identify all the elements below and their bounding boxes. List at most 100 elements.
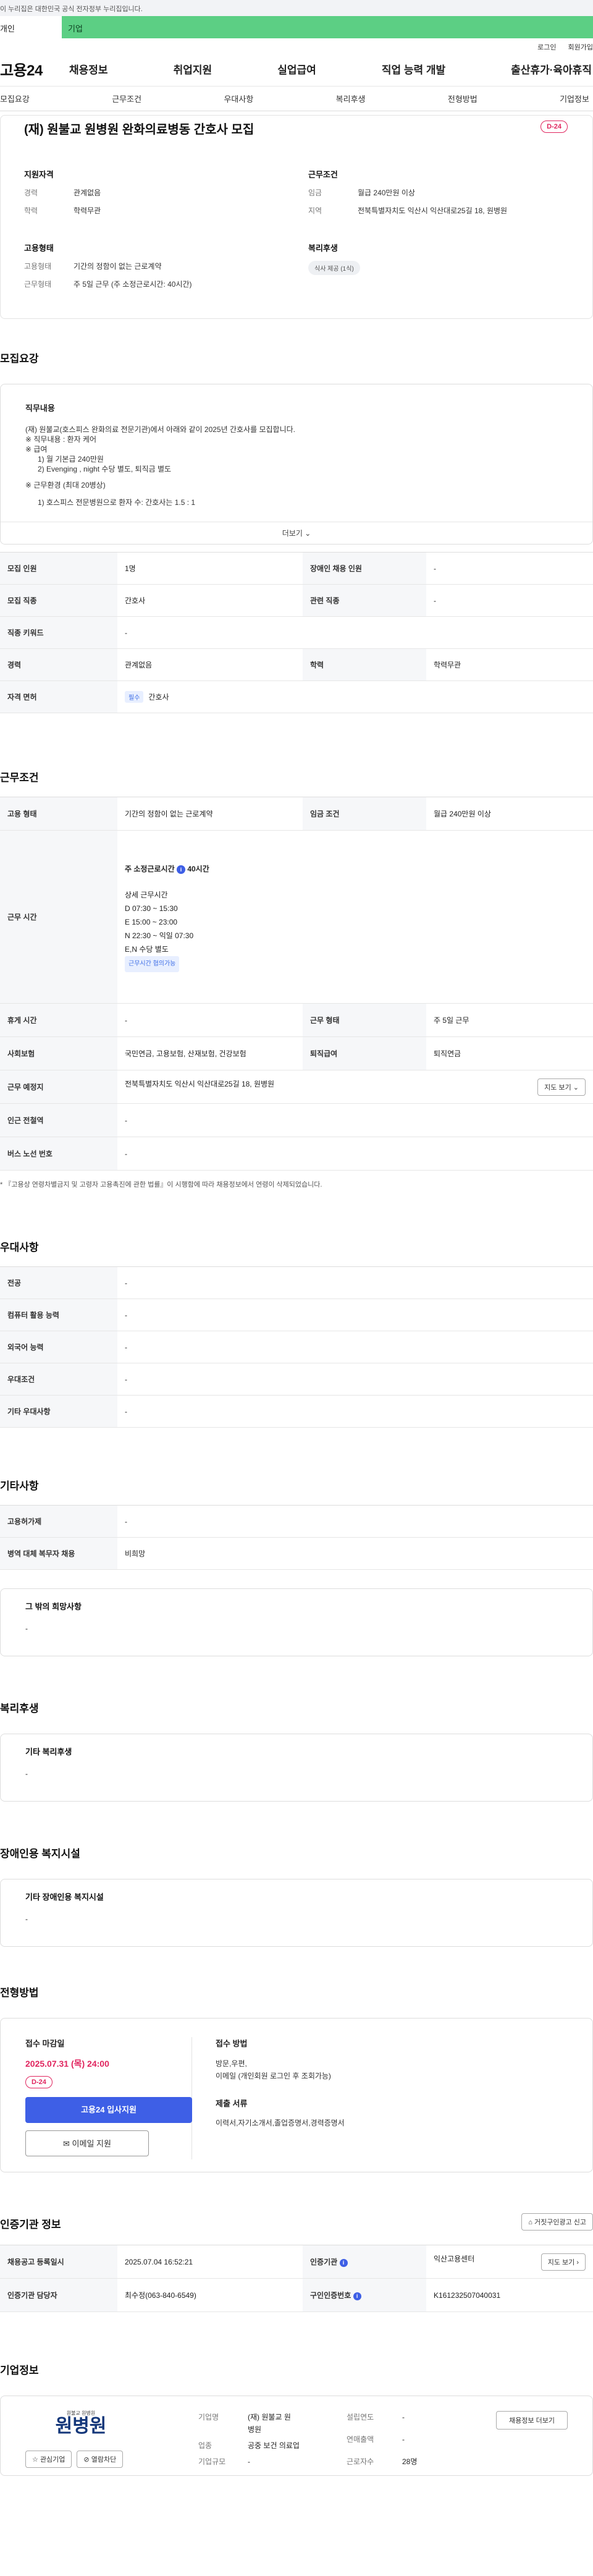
subnav-recruit[interactable]: 모집요강 [0, 93, 30, 104]
email-apply-button[interactable]: ✉ 이메일 지원 [25, 2130, 149, 2156]
recruit-section: 모집요강 직무내용 (재) 원불교(호스피스 완화의료 전문기관)에서 아래와 … [0, 350, 593, 713]
company-heading: 기업정보 [0, 2365, 39, 2376]
gnb-item-parental-leave[interactable]: 출산휴가·육아휴직 [511, 61, 592, 77]
table-key: 우대조건 [0, 1363, 117, 1396]
table-row: 기타 우대사항 - [0, 1395, 593, 1428]
block-icon: ⊘ [83, 2456, 90, 2464]
duty-card: 직무내용 (재) 원불교(호스피스 완화의료 전문기관)에서 아래와 같이 20… [0, 384, 593, 544]
company-staff-label: 근로자수 [347, 2457, 374, 2466]
favorite-company-button[interactable]: ☆ 관심기업 [25, 2451, 72, 2468]
etc-table: 고용허가제 - 병역 대체 복무자 채용 비희망 [0, 1505, 593, 1570]
segment-person-tab[interactable]: 개인 [0, 16, 62, 38]
job-number-label: 구인인증번호 [310, 2291, 351, 2300]
utility-links: 로그인 회원가입 [0, 38, 593, 52]
agency-map-button[interactable]: 지도 보기 › [540, 2253, 586, 2271]
deadline-block: 접수 마감일 2025.07.31 (목) 24:00 D-24 고용24 입사… [25, 2037, 192, 2159]
table-row: 인증기관 담당자 최수정(063-840-6549) 구인인증번호 i K161… [0, 2278, 593, 2312]
map-button[interactable]: 지도 보기 ⌄ [537, 1078, 586, 1096]
table-row: 자격 면허 필수 간호사 [0, 680, 593, 713]
signup-link[interactable]: 회원가입 [568, 44, 593, 51]
hours-line: N 22:30 ~ 익일 07:30 [125, 931, 194, 940]
summary-work-label: 근무형태 [24, 280, 52, 289]
disability-card: 기타 장애인용 복지시설 - [0, 1879, 593, 1947]
apply-card: 접수 마감일 2025.07.31 (목) 24:00 D-24 고용24 입사… [0, 2018, 593, 2172]
segment-company-label: 기업 [68, 24, 83, 33]
more-button[interactable]: 더보기 ⌄ [1, 522, 592, 544]
table-row: 사회보험 국민연금, 고용보험, 산재보험, 건강보험 퇴직급여 퇴직연금 [0, 1036, 593, 1070]
subnav-conditions[interactable]: 근무조건 [112, 93, 141, 104]
table-row: 버스 노선 번호 - [0, 1137, 593, 1171]
gnb-item-employment-support[interactable]: 취업지원 [174, 61, 212, 77]
gnb-item-jobs[interactable]: 채용정보 [69, 61, 108, 77]
company-staff-value: 28명 [402, 2457, 418, 2466]
table-value: 주 5일 근무 [426, 1003, 593, 1037]
recruit-heading: 모집요강 [0, 353, 39, 365]
duty-line: ※ 급여 [25, 445, 48, 454]
table-row: 인근 전철역 - [0, 1103, 593, 1137]
company-jobs-button[interactable]: 채용정보 더보기 [496, 2411, 568, 2430]
login-link[interactable]: 로그인 [537, 44, 556, 51]
map-button-label: 지도 보기 [544, 1083, 571, 1091]
method-heading: 접수 방법 [216, 2039, 248, 2048]
age-notice: * 『고용상 연령차별금지 및 고령자 고용촉진에 관한 법률』이 시행함에 따… [0, 1181, 322, 1188]
subnav-selection[interactable]: 전형방법 [448, 93, 477, 104]
gnb-item-unemployment-benefit[interactable]: 실업급여 [277, 61, 316, 77]
summary-emp-value: 기간의 정함이 없는 근로계약 [74, 262, 162, 271]
welfare-chip: 식사 제공 (1식) [308, 261, 360, 275]
table-value: 2025.07.04 16:52:21 [117, 2245, 303, 2279]
table-value: 익산고용센터 지도 보기 › [426, 2245, 593, 2279]
subnav-company[interactable]: 기업정보 [560, 93, 589, 104]
segment-company-tab[interactable]: 기업 [62, 16, 593, 38]
table-key: 직종 키워드 [0, 616, 117, 649]
apply-button[interactable]: 고용24 입사지원 [25, 2097, 192, 2123]
weekly-hours-label: 주 소정근로시간 [125, 864, 175, 873]
company-revenue-value: - [402, 2435, 405, 2444]
block-company-button[interactable]: ⊘ 열람차단 [77, 2451, 124, 2468]
welfare-card: 기타 복리후생 - [0, 1734, 593, 1802]
gnb-item-vocational-training[interactable]: 직업 능력 개발 [382, 61, 445, 77]
company-size-label: 기업규모 [198, 2457, 226, 2466]
gov-notice-bar: 이 누리집은 대한민국 공식 전자정부 누리집입니다. [0, 0, 593, 16]
table-value: 전북특별자치도 익산시 익산대로25길 18, 원병원 지도 보기 ⌄ [117, 1070, 593, 1104]
summary-edu-value: 학력무관 [74, 206, 101, 215]
table-key: 근무 예정지 [0, 1070, 117, 1104]
preference-section: 우대사항 전공 - 컴퓨터 활용 능력 - 외국어 능력 - 우대조건 - 기타 우대사… [0, 1239, 593, 1428]
summary-qualification: 지원자격 경력 관계없음 학력 학력무관 [24, 168, 290, 223]
preference-heading: 우대사항 [0, 1242, 39, 1253]
duty-line: ※ 직무내용 : 환자 케어 [25, 435, 97, 444]
docs-heading: 제출 서류 [216, 2099, 248, 2108]
disability-heading: 장애인용 복지시설 [0, 1848, 80, 1860]
report-fake-ad-button[interactable]: ⌂ 거짓구인광고 신고 [521, 2213, 593, 2231]
subnav-preference[interactable]: 우대사항 [224, 93, 253, 104]
section-subnav: 모집요강 근무조건 우대사항 복리후생 전형방법 기업정보 [0, 87, 593, 111]
info-icon[interactable]: i [353, 2292, 361, 2300]
site-logo[interactable]: 고용24 [0, 58, 69, 80]
table-value: 국민연금, 고용보험, 산재보험, 건강보험 [117, 1036, 303, 1070]
segment-person-label: 개인 [0, 24, 15, 33]
table-row: 휴게 시간 - 근무 형태 주 5일 근무 [0, 1003, 593, 1037]
table-value: 간호사 [117, 584, 303, 617]
company-logo-text: 원병원 [55, 2415, 107, 2437]
company-industry-value: 공중 보건 의료업 [248, 2441, 300, 2450]
disability-card-value: - [25, 1915, 28, 1923]
duty-line [25, 490, 568, 498]
selection-section: 전형방법 접수 마감일 2025.07.31 (목) 24:00 D-24 고용… [0, 1984, 593, 2172]
disability-section: 장애인용 복지시설 기타 장애인용 복지시설 - [0, 1845, 593, 1947]
house-icon: ⌂ [528, 2219, 532, 2226]
summary-edu-label: 학력 [24, 206, 38, 215]
info-icon[interactable]: i [176, 865, 185, 874]
weekly-hours-value: 40시간 [187, 864, 209, 873]
table-key: 근무 형태 [303, 1003, 426, 1037]
more-button-label: 더보기 [282, 529, 303, 538]
info-icon[interactable]: i [339, 2259, 348, 2267]
summary-location-value: 전북특별자치도 익산시 익산대로25길 18, 원병원 [358, 206, 508, 215]
table-value: - [117, 1103, 593, 1137]
subnav-welfare[interactable]: 복리후생 [336, 93, 366, 104]
duty-heading: 직무내용 [25, 404, 55, 413]
welfare-heading: 복리후생 [0, 1703, 39, 1714]
summary-wage-label: 임금 [308, 189, 322, 197]
other-wishes-card: 그 밖의 희망사항 - [0, 1588, 593, 1656]
table-key: 근무 시간 [0, 830, 117, 1004]
block-label: 열람차단 [91, 2456, 117, 2464]
summary-welfare-heading: 복리후생 [308, 244, 338, 253]
